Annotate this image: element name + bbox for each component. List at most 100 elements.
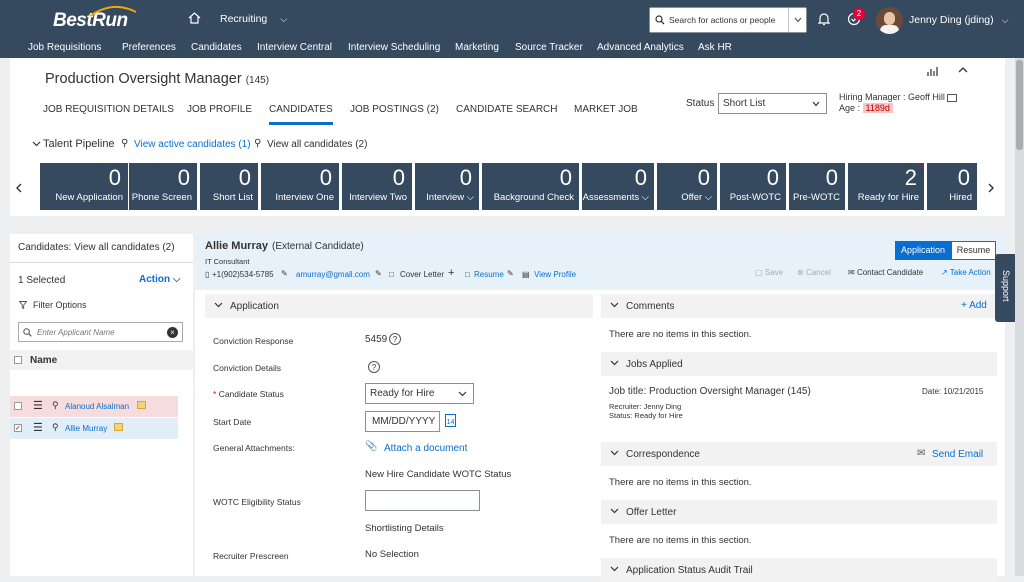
application-section-header[interactable]: Application [205,294,593,318]
contact-card-icon[interactable] [947,93,958,102]
save-button[interactable]: ▢ Save [755,268,783,277]
help-icon[interactable]: ? [368,361,380,373]
clear-icon[interactable]: × [167,327,178,338]
collapse-chevron-icon[interactable] [958,66,968,73]
pipeline-stage[interactable]: 0 Phone Screen [129,163,197,210]
select-all-checkbox[interactable] [14,356,22,364]
home-icon[interactable] [188,12,201,24]
note-icon[interactable] [137,401,146,409]
application-view-button[interactable]: Application [895,241,951,260]
drag-handle-icon[interactable]: ☰ [33,421,43,434]
add-icon[interactable]: + [448,267,454,279]
search-scope-dropdown[interactable] [788,8,806,32]
candidate-row-name[interactable]: Alanoud Alsalman [65,402,129,411]
hiring-manager-name[interactable]: Geoff Hill [908,92,945,102]
support-tab[interactable]: Support [995,254,1015,322]
tab-candidate-search[interactable]: CANDIDATE SEARCH [456,104,558,115]
nav-marketing[interactable]: Marketing [455,42,499,53]
resume-link[interactable]: Resume [474,270,504,279]
tab-job-profile[interactable]: JOB PROFILE [187,104,252,115]
pipeline-stage[interactable]: 0 Post-WOTC [720,163,786,210]
pipeline-stage[interactable]: 0 Pre-WOTC [789,163,845,210]
row-checkbox[interactable] [14,402,22,410]
nav-advanced-analytics[interactable]: Advanced Analytics [597,42,684,53]
pipeline-stage[interactable]: 0 Interview One [261,163,339,210]
drag-handle-icon[interactable]: ☰ [33,399,43,412]
jobs-applied-section-header[interactable]: Jobs Applied [601,352,997,376]
chevron-left-icon[interactable] [15,183,22,193]
status-select[interactable]: Short List [718,93,827,114]
tab-job-requisition-details[interactable]: JOB REQUISITION DETAILS [43,104,174,115]
edit-icon[interactable]: ✎ [507,269,514,278]
nav-preferences[interactable]: Preferences [122,42,176,53]
cancel-button[interactable]: ⊗ Cancel [797,268,831,277]
scrollbar-thumb[interactable] [1016,60,1023,150]
tab-job-postings[interactable]: JOB POSTINGS (2) [350,104,439,115]
candidate-row[interactable]: ☰ ⚲ Alanoud Alsalman [10,396,178,417]
selected-count: 1 Selected [18,275,66,286]
view-all-candidates-link[interactable]: View all candidates (2) [267,139,367,150]
pipeline-stage[interactable]: 0 Background Check [482,163,579,210]
row-checkbox[interactable]: ✓ [14,424,22,432]
tab-market-job[interactable]: MARKET JOB [574,104,638,115]
page-scrollbar[interactable] [1015,58,1024,576]
global-search[interactable]: Search for actions or people [649,7,807,33]
pipeline-stage[interactable]: 0 Offer ⌵ [657,163,717,210]
start-date-input[interactable]: MM/DD/YYYY [365,411,440,432]
wotc-eligibility-input[interactable] [365,490,480,511]
nav-source-tracker[interactable]: Source Tracker [515,42,583,53]
user-menu[interactable]: Jenny Ding (jding) ⌵ [909,14,1008,26]
candidate-row[interactable]: ✓ ☰ ⚲ Allie Murray [10,418,178,439]
offer-letter-section-header[interactable]: Offer Letter [601,500,997,524]
note-icon[interactable] [114,423,123,431]
pipeline-stage[interactable]: 0 Hired [927,163,977,210]
pipeline-stage[interactable]: 0 Assessments ⌵ [582,163,654,210]
module-switcher[interactable]: Recruiting ⌵ [220,13,287,25]
candidate-row-name[interactable]: Allie Murray [65,424,107,433]
audit-trail-section-header[interactable]: Application Status Audit Trail [601,558,997,582]
candidate-status-select[interactable]: Ready for Hire [365,383,474,404]
edit-icon[interactable]: ✎ [375,269,382,278]
action-menu-button[interactable]: Action ⌵ [139,274,180,285]
edit-icon[interactable]: ✎ [281,269,288,278]
nav-ask-hr[interactable]: Ask HR [698,42,732,53]
nav-job-requisitions[interactable]: Job Requisitions [28,42,101,53]
stage-label: New Application [55,192,123,203]
phone-icon: ▯ [205,270,210,279]
avatar[interactable] [876,7,903,34]
stage-count: 0 [108,165,121,190]
cover-letter-link[interactable]: Cover Letter [400,270,444,279]
comments-title: Comments [626,301,675,312]
pipeline-stage[interactable]: 0 Interview ⌵ [415,163,479,210]
send-email-button[interactable]: Send Email [932,449,983,460]
filter-options-link[interactable]: Filter Options [33,300,87,310]
take-action-button[interactable]: ↗ Take Action [941,268,991,277]
candidate-email[interactable]: amurray@gmail.com [296,270,370,279]
pipeline-stage[interactable]: 2 Ready for Hire * [848,163,924,210]
chevron-down-icon [610,302,619,308]
help-icon[interactable]: ? [389,333,401,345]
contact-candidate-button[interactable]: ✉ Contact Candidate [848,268,923,277]
nav-interview-central[interactable]: Interview Central [257,42,332,53]
candidate-phone[interactable]: +1(902)534-5785 [212,270,274,279]
tab-candidates[interactable]: CANDIDATES [269,104,333,125]
comments-section-header[interactable]: Comments [601,294,997,318]
applicant-filter-input[interactable]: Enter Applicant Name × [18,322,183,342]
chevron-right-icon[interactable] [988,183,995,193]
attach-document-link[interactable]: Attach a document [384,443,467,454]
calendar-icon[interactable]: 14 [445,414,456,427]
nav-interview-scheduling[interactable]: Interview Scheduling [348,42,440,53]
search-input[interactable]: Search for actions or people [669,15,775,25]
view-active-candidates-link[interactable]: View active candidates (1) [134,139,251,150]
pipeline-stage[interactable]: 0 New Application [40,163,128,210]
view-profile-link[interactable]: View Profile [534,270,576,279]
analytics-icon[interactable] [927,66,939,77]
candidate-name: Allie Murray [205,240,268,252]
nav-candidates[interactable]: Candidates [191,42,242,53]
add-comment-button[interactable]: + Add [961,300,987,311]
pipeline-stage[interactable]: 0 Short List [200,163,258,210]
chevron-down-icon[interactable] [32,141,41,147]
resume-view-button[interactable]: Resume [951,241,996,260]
bell-icon[interactable] [818,12,830,26]
pipeline-stage[interactable]: 0 Interview Two [342,163,412,210]
